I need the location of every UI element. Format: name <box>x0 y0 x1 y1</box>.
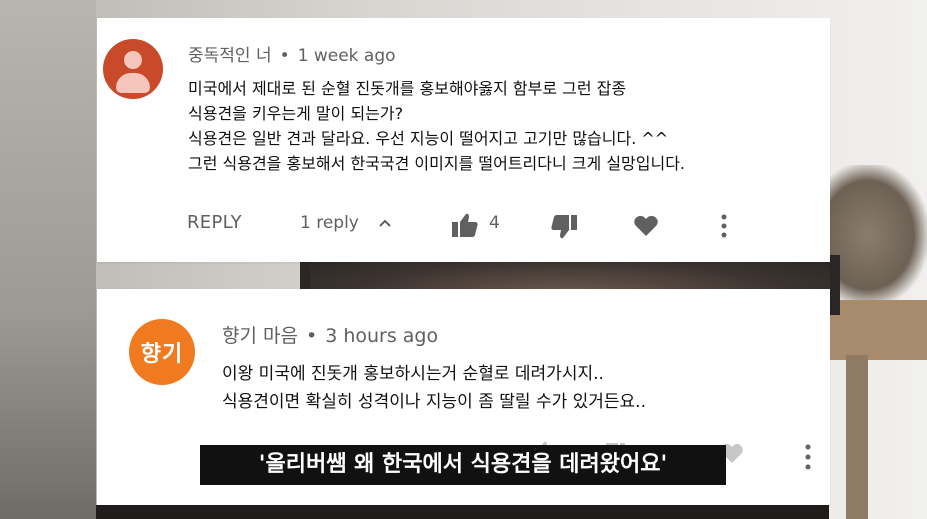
reply-button[interactable]: REPLY <box>187 212 242 233</box>
comment-line: 그런 식용견을 홍보해서 한국국견 이미지를 떨어트리다니 크게 실망입니다. <box>188 154 686 173</box>
more-vert-icon[interactable] <box>717 213 731 239</box>
avatar[interactable]: 향기 <box>129 319 195 385</box>
comment-actions: REPLY 1 reply 4 <box>97 212 830 242</box>
video-background-left <box>0 0 96 519</box>
video-subtitle: '올리버쌤 왜 한국에서 식용견을 데려왔어요' <box>200 445 726 485</box>
thumbs-up-icon[interactable] <box>451 212 479 238</box>
more-vert-icon[interactable] <box>801 443 815 471</box>
thumbs-down-icon[interactable] <box>550 214 578 240</box>
comment-text: 미국에서 제대로 된 순혈 진돗개를 홍보해야옳지 함부로 그런 잡종 식용견을… <box>188 76 685 176</box>
separator-dot: • <box>305 325 318 347</box>
comment-line: 식용견이면 확실히 성격이나 지능이 좀 딸릴 수가 있거든요.. <box>222 392 646 412</box>
comment-meta: 향기 마음 • 3 hours ago <box>222 321 438 348</box>
like-count: 4 <box>489 213 500 233</box>
comment-line: 식용견을 키우는게 말이 되는가? <box>188 104 404 123</box>
comment-card-1: 중독적인 너 • 1 week ago 미국에서 제대로 된 순혈 진돗개를 홍보해… <box>97 18 830 262</box>
separator-dot: • <box>279 46 290 66</box>
comment-text: 이왕 미국에 진돗개 홍보하시는거 순혈로 데려가시지.. 식용견이면 확실히 … <box>222 360 646 416</box>
view-replies-button[interactable]: 1 reply <box>300 213 359 233</box>
comment-line: 미국에서 제대로 된 순혈 진돗개를 홍보해야옳지 함부로 그런 잡종 <box>188 79 627 98</box>
heart-icon[interactable] <box>633 214 659 238</box>
comment-line: 식용견은 일반 견과 달라요. 우선 지능이 떨어지고 고기만 많습니다. ^^ <box>188 129 669 148</box>
avatar[interactable] <box>103 39 163 99</box>
comment-line: 이왕 미국에 진돗개 홍보하시는거 순혈로 데려가시지.. <box>222 364 604 384</box>
default-user-icon <box>124 51 142 69</box>
video-background-cat <box>828 165 927 305</box>
comment-time[interactable]: 3 hours ago <box>325 325 438 347</box>
comment-author[interactable]: 중독적인 너 <box>188 46 272 66</box>
avatar-text: 향기 <box>140 342 184 367</box>
comment-author[interactable]: 향기 마음 <box>222 325 298 347</box>
comment-time[interactable]: 1 week ago <box>298 46 396 66</box>
video-background-table-leg <box>846 355 868 519</box>
video-background-table <box>828 300 927 360</box>
video-background-bottom <box>96 505 829 519</box>
chevron-up-icon[interactable] <box>378 216 392 230</box>
comment-meta: 중독적인 너 • 1 week ago <box>188 41 396 66</box>
